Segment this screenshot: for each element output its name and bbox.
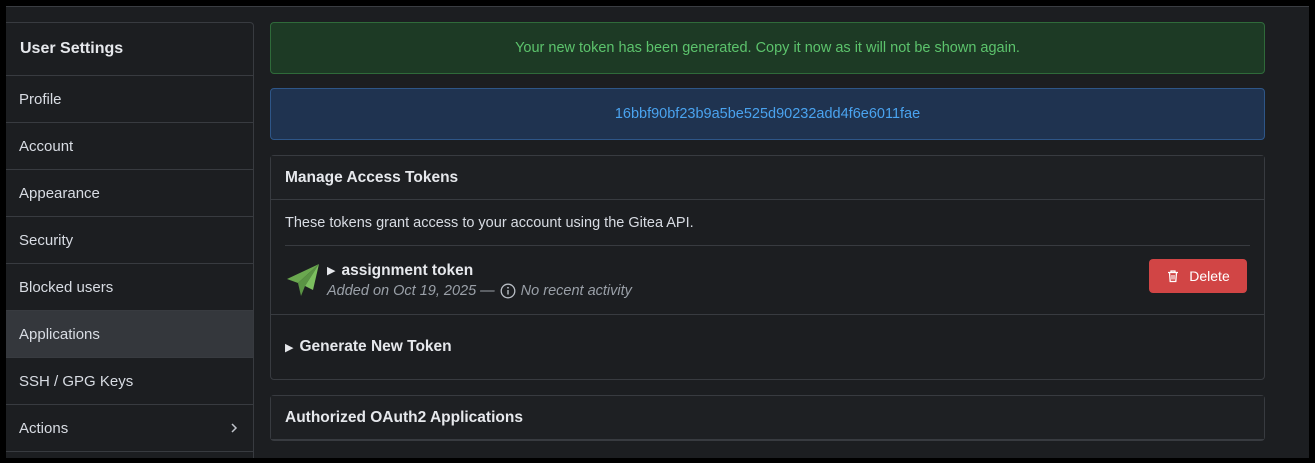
chevron-right-icon [231, 423, 238, 433]
sidebar-title: User Settings [6, 23, 253, 76]
sidebar-item-profile[interactable]: Profile [6, 76, 253, 123]
sidebar-item-blocked-users[interactable]: Blocked users [6, 264, 253, 311]
sidebar-item-label: Security [19, 231, 74, 249]
tokens-description: These tokens grant access to your accoun… [285, 200, 1250, 246]
trash-icon [1168, 270, 1179, 283]
manage-access-tokens-box: Manage Access Tokens These tokens grant … [270, 155, 1265, 380]
token-value-message: 16bbf90bf23b9a5be525d90232add4f6e6011fae [270, 88, 1265, 140]
oauth2-applications-box: Authorized OAuth2 Applications [270, 395, 1265, 441]
delete-token-button[interactable]: Delete [1149, 259, 1247, 293]
sidebar-item-label: Appearance [19, 184, 100, 202]
send-icon [287, 264, 319, 296]
generate-new-token-toggle[interactable]: ▶ Generate New Token [271, 314, 1264, 379]
tokens-box-body: These tokens grant access to your accoun… [271, 200, 1264, 314]
sidebar-item-label: Account [19, 137, 74, 155]
token-name-label: assignment token [341, 261, 474, 279]
token-meta: Added on Oct 19, 2025 — No recent activi… [327, 283, 632, 299]
sidebar-item-label: Applications [19, 325, 100, 343]
sidebar-item-actions[interactable]: Actions [6, 405, 253, 452]
sidebar-item-security[interactable]: Security [6, 217, 253, 264]
sidebar-item-label: Actions [19, 419, 69, 437]
sidebar-item-applications[interactable]: Applications [6, 311, 253, 358]
token-value-text[interactable]: 16bbf90bf23b9a5be525d90232add4f6e6011fae [615, 106, 920, 122]
main-content: Your new token has been generated. Copy … [270, 22, 1265, 441]
app-window: User Settings Profile Account Appearance… [6, 6, 1309, 458]
sidebar-item-appearance[interactable]: Appearance [6, 170, 253, 217]
expand-triangle-icon: ▶ [327, 265, 336, 277]
top-divider [6, 6, 1309, 7]
token-name[interactable]: ▶ assignment token [327, 262, 632, 280]
token-activity: No recent activity [520, 282, 632, 299]
info-icon [500, 283, 516, 298]
token-added-date: Added on Oct 19, 2025 — [327, 282, 495, 299]
token-info: ▶ assignment token Added on Oct 19, 2025… [327, 262, 632, 299]
generate-new-token-label: Generate New Token [299, 338, 452, 355]
sidebar-item-label: SSH / GPG Keys [19, 372, 134, 390]
settings-sidebar: User Settings Profile Account Appearance… [6, 22, 254, 458]
success-message-text: Your new token has been generated. Copy … [515, 40, 1020, 56]
sidebar-item-ssh-gpg-keys[interactable]: SSH / GPG Keys [6, 358, 253, 405]
oauth2-applications-title: Authorized OAuth2 Applications [271, 396, 1264, 440]
success-message: Your new token has been generated. Copy … [270, 22, 1265, 74]
sidebar-item-label: Profile [19, 90, 62, 108]
token-item: ▶ assignment token Added on Oct 19, 2025… [285, 246, 1250, 314]
manage-access-tokens-title: Manage Access Tokens [271, 156, 1264, 200]
expand-triangle-icon: ▶ [285, 341, 294, 354]
sidebar-item-account[interactable]: Account [6, 123, 253, 170]
delete-button-label: Delete [1189, 268, 1230, 284]
sidebar-item-label: Blocked users [19, 278, 114, 296]
